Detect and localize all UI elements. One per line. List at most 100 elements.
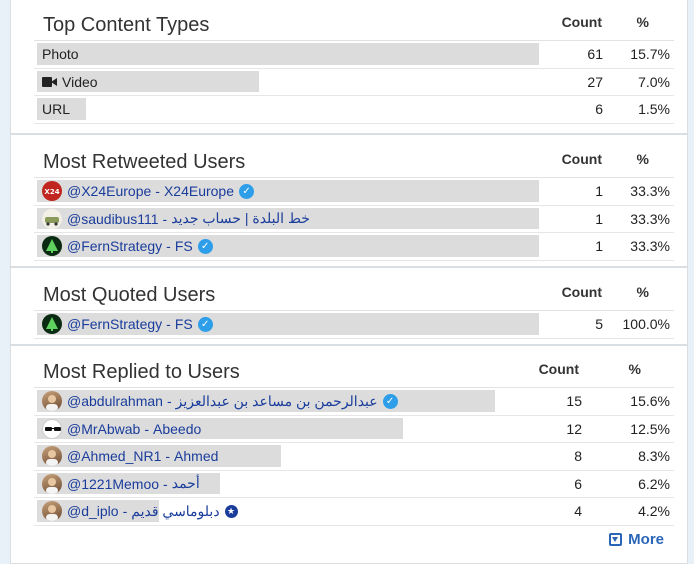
video-camera-icon <box>42 76 58 87</box>
row-percent: 100.0% <box>622 316 670 333</box>
table-header: Most Quoted Users Count% <box>34 279 674 311</box>
user-link[interactable]: @d_iplo - دبلوماسي قديم ★ <box>42 498 238 525</box>
panel-top-content-types: Top Content Types Count% Photo 61 15.7% Video… <box>10 0 688 134</box>
user-display-name: عبدالرحمن بن مساعد بن عبدالعزيز <box>175 392 378 409</box>
user-link[interactable]: @FernStrategy - FS ✓ <box>42 311 213 338</box>
table: Most Quoted Users Count% @FernStrategy - F… <box>34 279 674 339</box>
panel-most-retweeted-users: Most Retweeted Users Count% X24 @X24Europe … <box>10 134 688 267</box>
user-link[interactable]: @MrAbwab - Abeedo <box>42 416 201 443</box>
content-type-label: URL <box>42 96 70 123</box>
table-row: @FernStrategy - FS ✓ 5 100.0% <box>34 311 674 339</box>
user-handle: @MrAbwab <box>67 420 141 437</box>
row-count: 6 <box>574 475 582 492</box>
separator: - <box>155 183 160 200</box>
row-count: 1 <box>595 210 603 227</box>
table: Top Content Types Count% Photo 61 15.7% Video… <box>34 9 674 124</box>
panel-most-quoted-users: Most Quoted Users Count% @FernStrategy - F… <box>10 267 688 345</box>
row-percent: 12.5% <box>630 420 670 437</box>
content-type-label: Photo <box>42 41 79 68</box>
user-handle: @1221Memoo <box>67 475 160 492</box>
count-header: Count <box>561 284 602 300</box>
user-link[interactable]: @saudibus111 - خط البلدة | حساب جديد <box>42 206 310 233</box>
photo-avatar <box>42 501 62 522</box>
section-title: Most Replied to Users <box>43 361 240 383</box>
table-header: Top Content Types Count% <box>34 9 674 41</box>
svg-text:X24: X24 <box>44 188 59 196</box>
separator: - <box>166 238 171 255</box>
separator: - <box>144 420 150 437</box>
user-handle: @FernStrategy <box>67 316 163 333</box>
user-display-name: FS <box>174 238 193 255</box>
row-percent: 15.6% <box>630 393 670 410</box>
table-header: Most Replied to Users Count% <box>34 356 674 388</box>
user-handle: @d_iplo <box>67 503 119 520</box>
user-handle: @FernStrategy <box>67 238 163 255</box>
separator: - <box>166 316 171 333</box>
user-link[interactable]: @1221Memoo - أحمد <box>42 471 200 498</box>
separator: - <box>122 503 128 520</box>
separator: - <box>166 393 172 410</box>
row-count: 1 <box>595 183 603 200</box>
panel-most-replied-to-users: Most Replied to Users Count% @abdulrahman … <box>10 345 688 564</box>
separator: - <box>162 210 168 227</box>
row-count: 6 <box>595 101 603 118</box>
user-link[interactable]: @abdulrahman - عبدالرحمن بن مساعد بن عبد… <box>42 388 398 415</box>
row-percent: 6.2% <box>638 475 670 492</box>
row-count: 15 <box>566 393 582 410</box>
user-display-name: Abeedo <box>153 420 202 437</box>
verified-badge-icon: ✓ <box>197 316 213 332</box>
row-count: 8 <box>574 448 582 465</box>
user-link[interactable]: @Ahmed_NR1 - Ahmed <box>42 443 218 470</box>
table-row: URL 6 1.5% <box>34 96 674 124</box>
percent-header: % <box>628 361 641 377</box>
expand-down-icon <box>609 533 623 546</box>
user-link[interactable]: @FernStrategy - FS ✓ <box>42 233 213 260</box>
percent-header: % <box>636 284 649 300</box>
row-percent: 33.3% <box>630 210 670 227</box>
bus-avatar <box>42 208 62 229</box>
separator: - <box>165 448 171 465</box>
x24-avatar: X24 <box>42 181 62 202</box>
row-count: 12 <box>566 420 582 437</box>
row-count: 27 <box>587 73 603 90</box>
table-row: @Ahmed_NR1 - Ahmed 8 8.3% <box>34 443 674 471</box>
more-label: More <box>628 531 664 548</box>
user-display-name: دبلوماسي قديم <box>131 502 220 519</box>
verified-badge-icon: ✓ <box>382 393 398 409</box>
user-display-name: Ahmed <box>174 448 219 465</box>
table-row: Video 27 7.0% <box>34 69 674 96</box>
user-handle: @abdulrahman <box>67 393 163 410</box>
user-link[interactable]: X24 @X24Europe - X24Europe ✓ <box>42 178 255 205</box>
content-type-name: Photo <box>42 46 79 63</box>
table-row: @d_iplo - دبلوماسي قديم ★ 4 4.2% <box>34 498 674 526</box>
tree-avatar <box>42 236 62 257</box>
table-row: @saudibus111 - خط البلدة | حساب جديد 1 33.… <box>34 206 674 233</box>
content-type-name: URL <box>42 101 71 118</box>
tree-avatar <box>42 314 62 335</box>
photo-avatar <box>42 446 62 467</box>
user-handle: @X24Europe <box>67 183 152 200</box>
sunglasses-avatar <box>42 418 62 439</box>
table-row: X24 @X24Europe - X24Europe ✓ 1 33.3% <box>34 178 674 206</box>
more-link[interactable]: More <box>609 531 664 548</box>
row-count: 1 <box>595 238 603 255</box>
separator: - <box>163 475 168 492</box>
user-display-name: أحمد <box>171 475 200 492</box>
user-display-name: خط البلدة | حساب جديد <box>171 210 310 227</box>
row-percent: 15.7% <box>630 46 670 63</box>
section-title: Top Content Types <box>43 14 210 36</box>
table-row: @abdulrahman - عبدالرحمن بن مساعد بن عبد… <box>34 388 674 416</box>
section-title: Most Quoted Users <box>43 284 216 306</box>
row-percent: 4.2% <box>638 503 670 520</box>
table-row: @1221Memoo - أحمد 6 6.2% <box>34 471 674 498</box>
row-percent: 1.5% <box>638 101 670 118</box>
section-title: Most Retweeted Users <box>43 151 246 173</box>
count-bar <box>37 43 539 65</box>
content-type-name: Video <box>62 73 98 90</box>
verified-badge-icon: ✓ <box>197 238 213 254</box>
star-badge-icon: ★ <box>224 504 238 518</box>
user-handle: @saudibus111 <box>67 210 159 227</box>
row-count: 4 <box>574 503 582 520</box>
table-header: Most Retweeted Users Count% <box>34 146 674 178</box>
user-display-name: FS <box>174 316 193 333</box>
